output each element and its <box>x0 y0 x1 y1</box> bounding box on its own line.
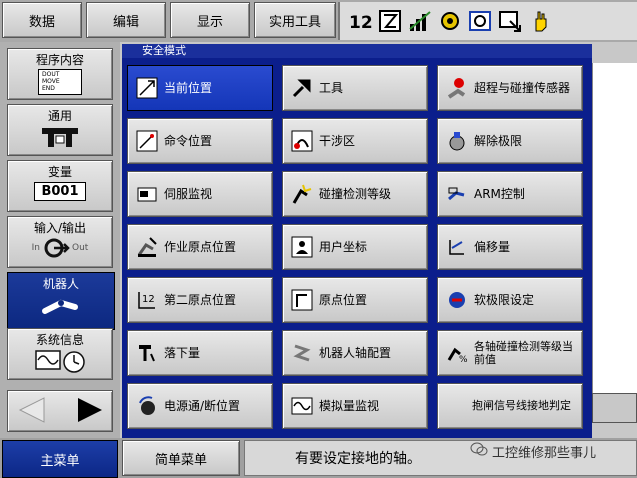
btn-limit-release[interactable]: 解除极限 <box>437 118 583 164</box>
btn-current-position[interactable]: 当前位置 <box>127 65 273 111</box>
drop-amount-icon <box>136 342 158 364</box>
left-item-label: 系统信息 <box>35 333 84 347</box>
table-icon <box>38 125 82 152</box>
menu-data[interactable]: 数据 <box>2 2 82 38</box>
btn-interference-area[interactable]: 干涉区 <box>282 118 428 164</box>
menu-edit[interactable]: 编辑 <box>86 2 166 38</box>
variable-value: B001 <box>34 182 86 201</box>
btn-home-position[interactable]: 原点位置 <box>282 277 428 323</box>
current-position-icon <box>136 77 158 99</box>
work-home-icon <box>136 236 158 258</box>
system-info-icon <box>32 348 88 377</box>
btn-soft-limit-setting[interactable]: 软极限设定 <box>437 277 583 323</box>
btn-overtravel-shock-sensor[interactable]: 超程与碰撞传感器 <box>437 65 583 111</box>
btn-drop-amount[interactable]: 落下量 <box>127 330 273 376</box>
btn-brake-signal-ground[interactable]: 抱闸信号线接地判定 <box>437 383 583 429</box>
btn-tool[interactable]: 工具 <box>282 65 428 111</box>
second-home-icon: 12 <box>136 289 158 311</box>
left-item-variable[interactable]: 变量 B001 <box>7 160 113 212</box>
btn-analog-monitor[interactable]: 模拟量监视 <box>282 383 428 429</box>
left-menu: 程序内容 DOUT MOVE END 通用 变量 B001 输入/输出 In O… <box>0 42 120 438</box>
command-position-icon <box>136 130 158 152</box>
watermark: 工控维修那些事儿 <box>470 441 596 461</box>
arm-control-icon <box>446 183 468 205</box>
btn-user-coordinate[interactable]: 用户坐标 <box>282 224 428 270</box>
program-icon: DOUT MOVE END <box>38 69 82 95</box>
axis-12-icon[interactable]: 12 <box>348 9 372 33</box>
interference-area-icon <box>291 130 313 152</box>
btn-robot-axis-config[interactable]: 机器人轴配置 <box>282 330 428 376</box>
btn-work-home-position[interactable]: 作业原点位置 <box>127 224 273 270</box>
robot-arm-icon <box>39 293 83 320</box>
content-gray <box>592 393 637 423</box>
left-item-program[interactable]: 程序内容 DOUT MOVE END <box>7 48 113 100</box>
axis-shock-current-icon: % <box>446 342 468 364</box>
page-title: 安全模式 <box>122 44 592 58</box>
menu-utility[interactable]: 实用工具 <box>254 2 336 38</box>
main-menu-button[interactable]: 主菜单 <box>2 440 118 478</box>
left-item-label: 通用 <box>47 109 72 123</box>
btn-servo-monitor[interactable]: 伺服监视 <box>127 171 273 217</box>
io-icon: In Out <box>32 236 88 260</box>
screen-arrow-icon[interactable] <box>498 9 522 33</box>
left-item-robot[interactable]: 机器人 <box>7 272 115 330</box>
hand-icon[interactable] <box>528 9 552 33</box>
btn-offset[interactable]: 偏移量 <box>437 224 583 270</box>
edit-box-icon[interactable] <box>378 9 402 33</box>
left-item-label: 机器人 <box>42 277 79 291</box>
svg-text:12: 12 <box>349 13 372 33</box>
overtravel-sensor-icon <box>446 77 468 99</box>
servo-monitor-icon <box>136 183 158 205</box>
left-item-label: 输入/输出 <box>33 221 87 235</box>
shock-detection-icon <box>291 183 313 205</box>
ring-icon[interactable] <box>438 9 462 33</box>
btn-axis-shock-level-current[interactable]: % 各轴碰撞检测等级当前值 <box>437 330 583 376</box>
left-item-label: 变量 <box>47 165 72 179</box>
next-page-button[interactable] <box>74 396 104 427</box>
status-icon-bar: 12 <box>338 2 637 40</box>
limit-release-icon <box>446 130 468 152</box>
tool-icon <box>291 77 313 99</box>
left-item-label: 程序内容 <box>35 53 84 67</box>
btn-power-on-off-position[interactable]: 电源通/断位置 <box>127 383 273 429</box>
wechat-icon <box>470 441 488 461</box>
signal-bars-icon[interactable] <box>408 9 432 33</box>
btn-arm-control[interactable]: ARM控制 <box>437 171 583 217</box>
svg-text:%: % <box>459 355 468 364</box>
page-nav <box>7 390 113 432</box>
menu-display[interactable]: 显示 <box>170 2 250 38</box>
prev-page-button[interactable] <box>16 396 46 427</box>
power-position-icon <box>136 395 158 417</box>
simple-menu-button[interactable]: 简单菜单 <box>122 440 240 476</box>
btn-command-position[interactable]: 命令位置 <box>127 118 273 164</box>
home-position-icon <box>291 289 313 311</box>
offset-icon <box>446 236 468 258</box>
user-coordinate-icon <box>291 236 313 258</box>
robot-w-icon[interactable] <box>468 9 492 33</box>
left-item-io[interactable]: 输入/输出 In Out <box>7 216 113 268</box>
soft-limit-icon <box>446 289 468 311</box>
left-item-system-info[interactable]: 系统信息 <box>7 328 113 380</box>
content-blank <box>592 63 637 393</box>
btn-shock-detection-level[interactable]: 碰撞检测等级 <box>282 171 428 217</box>
svg-text:12: 12 <box>142 294 155 305</box>
analog-monitor-icon <box>291 395 313 417</box>
btn-second-home-position[interactable]: 12 第二原点位置 <box>127 277 273 323</box>
left-item-general[interactable]: 通用 <box>7 104 113 156</box>
robot-axis-icon <box>291 342 313 364</box>
top-menu-bar: 数据 编辑 显示 实用工具 12 <box>0 0 637 42</box>
